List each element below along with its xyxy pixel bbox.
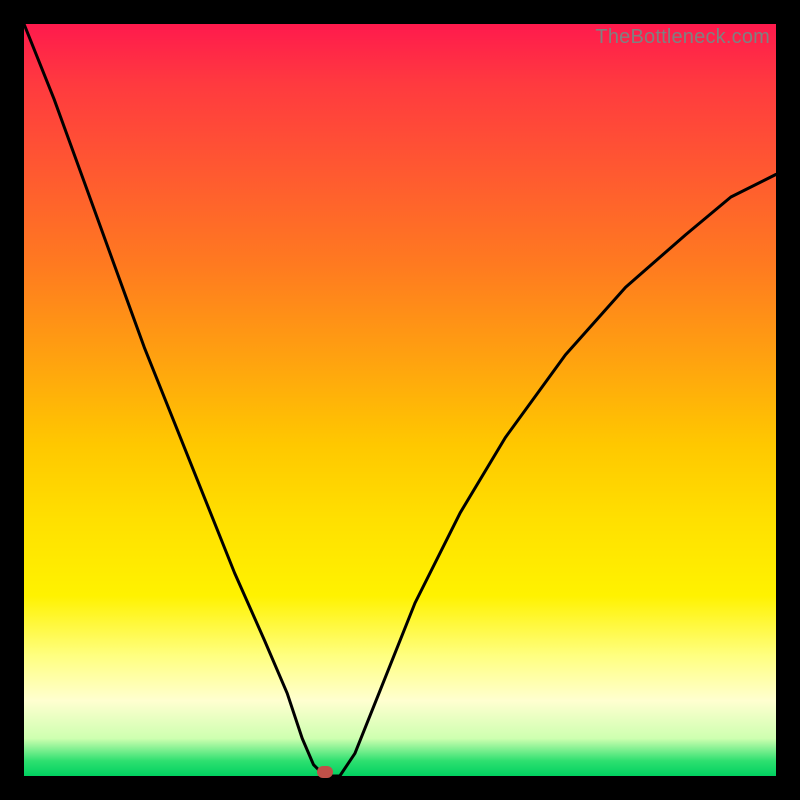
bottleneck-curve: [24, 24, 776, 776]
watermark-text: TheBottleneck.com: [595, 26, 770, 49]
chart-frame: TheBottleneck.com: [0, 0, 800, 800]
curve-path: [24, 24, 776, 776]
optimal-point-marker: [317, 766, 333, 778]
plot-area: TheBottleneck.com: [24, 24, 776, 776]
